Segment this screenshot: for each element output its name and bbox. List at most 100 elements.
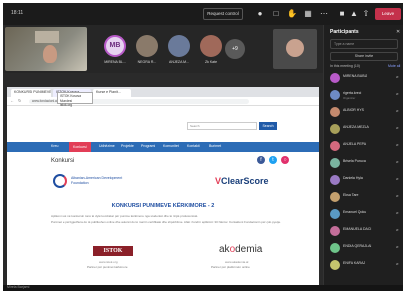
- people-icon[interactable]: ●: [255, 9, 265, 19]
- participant-row[interactable]: ALBIOR HYS ⌀: [328, 106, 402, 118]
- istok-logo: ISTOK: [93, 246, 133, 256]
- browser-tab[interactable]: Kurse e Planit...: [93, 89, 131, 97]
- participant-row[interactable]: MIRENA BUBIJ ⌀: [328, 72, 402, 84]
- instagram-icon[interactable]: ○: [281, 156, 289, 164]
- participant-row[interactable]: ENDIA QERAJLAI ⌀: [328, 242, 402, 254]
- browser-tab[interactable]: KONKURSI PUNIMEVE: [11, 89, 51, 97]
- participant-row[interactable]: Brisela Puruca ⌀: [328, 157, 402, 169]
- participant-name: EMANUELA DACI: [343, 227, 372, 231]
- more-participants-button[interactable]: +9: [225, 39, 245, 59]
- participant-name: ENDIA QERAJLAI: [343, 244, 372, 248]
- mic-muted-icon: ⌀: [396, 159, 399, 164]
- participant-row[interactable]: rigerta.kreci Organizer ⌀: [328, 89, 402, 101]
- meeting-timer: 18:11: [11, 10, 24, 16]
- camera-icon[interactable]: ■: [337, 9, 347, 19]
- participant-row[interactable]: ANJELA PEPA ⌀: [328, 140, 402, 152]
- presenter-name: Mirela Barjami: [7, 285, 30, 289]
- browser-tab-bar: KONKURSI PUNIMEVE ISTOK Kosova Kurse e P…: [7, 87, 319, 97]
- avatar: [330, 141, 340, 151]
- nav-item[interactable]: Kreu: [51, 144, 58, 148]
- tab-tooltip: ISTOK Kosova Mundesi istok.org: [57, 92, 93, 107]
- site-search-button[interactable]: Search: [259, 122, 277, 130]
- share-icon[interactable]: ⇧: [361, 9, 371, 19]
- back-icon[interactable]: ←: [10, 98, 14, 103]
- self-avatar: [286, 39, 304, 57]
- akademia-logo: akodemia: [219, 244, 263, 255]
- avatar: [200, 35, 222, 57]
- mute-all-button[interactable]: Mute all: [388, 64, 400, 68]
- mic-muted-icon: ⌀: [396, 176, 399, 181]
- section-label[interactable]: In this meeting (10): [330, 64, 360, 68]
- participant-row[interactable]: Emanuel Qoku ⌀: [328, 208, 402, 220]
- avatar: [136, 35, 158, 57]
- tooltip-url: istok.org: [60, 103, 73, 107]
- video-strip: MB MIRENA BL... NEGRA R... ANJEZA M... Z…: [3, 25, 323, 73]
- mic-icon[interactable]: ▲: [349, 9, 359, 19]
- participant-search-input[interactable]: Type a name: [330, 39, 398, 49]
- self-view: [273, 29, 317, 69]
- aadf-logo-text: Albanian-American Development Foundation: [71, 176, 123, 185]
- nav-item[interactable]: Projekte: [121, 144, 134, 148]
- hand-icon[interactable]: ✋: [287, 9, 297, 19]
- avatar: [330, 226, 340, 236]
- share-invite-button[interactable]: Share invite: [330, 52, 398, 61]
- participant-name: Eksa Tare: [343, 193, 359, 197]
- participant-video[interactable]: [5, 27, 87, 71]
- participant-name: ANJELA PEPA: [343, 142, 367, 146]
- nav-item[interactable]: Udhëzime: [99, 144, 115, 148]
- participant-name: Zk Kate: [204, 60, 218, 64]
- akademia-caption: Partner për platformën online: [211, 265, 250, 269]
- mic-muted-icon: ⌀: [396, 125, 399, 130]
- participant-name: ALBIOR HYS: [343, 108, 365, 112]
- participant-row[interactable]: ANJEZA MEZLA ⌀: [328, 123, 402, 135]
- nav-item[interactable]: Kontakti: [187, 144, 200, 148]
- avatar: [168, 35, 190, 57]
- nav-item[interactable]: Burimet: [209, 144, 221, 148]
- avatar: [330, 260, 340, 270]
- participant-row[interactable]: EMANUELA DACI ⌀: [328, 225, 402, 237]
- aadf-mark-icon: [53, 174, 67, 188]
- view-icon[interactable]: ▦: [303, 9, 313, 19]
- avatar: [330, 90, 340, 100]
- participant-name: rigerta.kreci: [343, 91, 362, 95]
- participant-name: MIRENA BL...: [104, 60, 126, 64]
- avatar: [330, 158, 340, 168]
- participant-row[interactable]: ENIFA KARAJ ⌀: [328, 259, 402, 271]
- participant-tile[interactable]: Zk Kate: [193, 35, 229, 64]
- participant-tile[interactable]: MB MIRENA BL...: [97, 35, 133, 64]
- close-icon[interactable]: ✕: [396, 29, 400, 35]
- address-bar: ← ↻ www.fondacioni.al/konkursi: [7, 97, 319, 106]
- istok-url[interactable]: www.istok.org: [99, 260, 118, 264]
- participant-name: MIRENA BUBIJ: [343, 74, 368, 78]
- facebook-icon[interactable]: f: [257, 156, 265, 164]
- nav-item[interactable]: Programi: [141, 144, 155, 148]
- akademia-url[interactable]: www.akademia.al: [225, 260, 248, 264]
- nav-item-active[interactable]: Konkursi: [69, 142, 91, 152]
- participant-person: [43, 45, 57, 63]
- video-background: [35, 31, 59, 43]
- participant-name: Emanuel Qoku: [343, 210, 367, 214]
- leave-button[interactable]: Leave: [375, 8, 401, 20]
- participant-name: ENIFA KARAJ: [343, 261, 366, 265]
- section-heading: KONKURSI PUNIMEVE KËRKIMORE - 2: [111, 203, 215, 209]
- more-icon[interactable]: ⋯: [319, 9, 329, 19]
- mic-muted-icon: ⌀: [396, 108, 399, 113]
- participants-panel: Participants ✕ Type a name Share invite …: [323, 25, 403, 285]
- request-control-button[interactable]: Request control: [203, 8, 243, 20]
- nav-item[interactable]: Komunitet: [163, 144, 179, 148]
- participant-tile[interactable]: NEGRA R...: [129, 35, 165, 64]
- mic-muted-icon: ⌀: [396, 227, 399, 232]
- participant-row[interactable]: Daniela Hyla ⌀: [328, 174, 402, 186]
- istok-caption: Partner për punimet kërkimore: [87, 265, 128, 269]
- mic-muted-icon: ⌀: [396, 91, 399, 96]
- mic-muted-icon: ⌀: [396, 142, 399, 147]
- participant-row[interactable]: Eksa Tare ⌀: [328, 191, 402, 203]
- chat-icon[interactable]: □: [271, 9, 281, 19]
- reload-icon[interactable]: ↻: [18, 98, 21, 103]
- participant-tile[interactable]: ANJEZA M...: [161, 35, 197, 64]
- mic-muted-icon: ⌀: [396, 261, 399, 266]
- avatar: [330, 107, 340, 117]
- site-search-input[interactable]: Search: [187, 122, 257, 130]
- twitter-icon[interactable]: t: [269, 156, 277, 164]
- participant-name: ANJEZA MEZLA: [343, 125, 369, 129]
